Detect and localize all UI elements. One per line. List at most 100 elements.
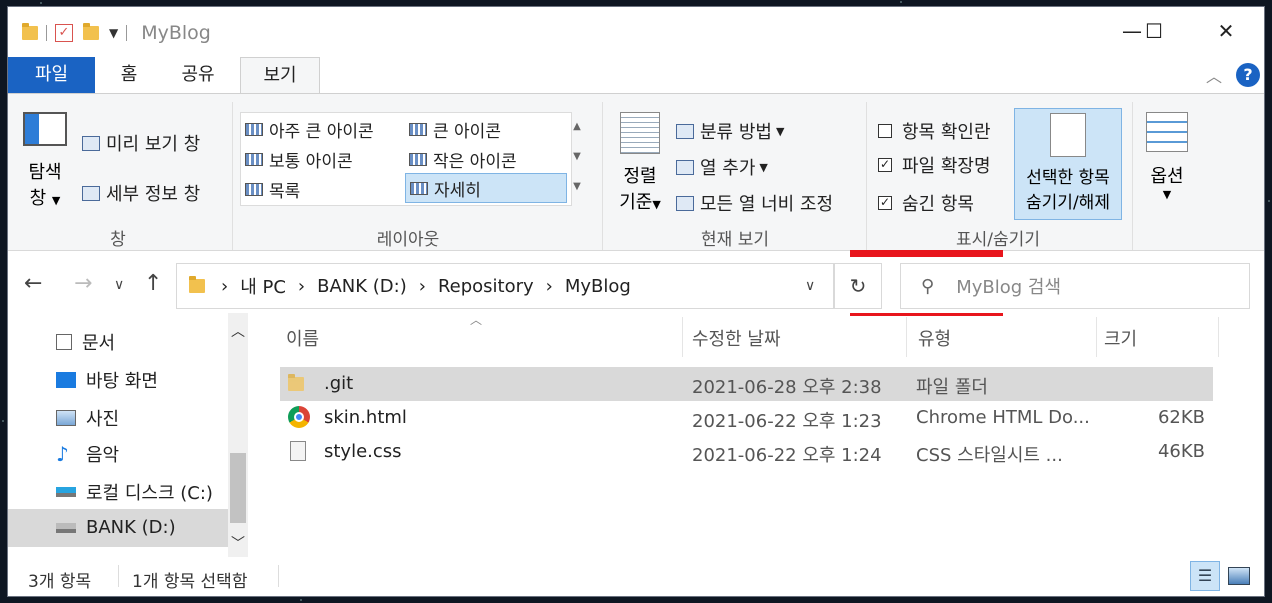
options-icon [1146,112,1188,152]
layout-details[interactable]: 자세히 [405,173,567,203]
preview-pane-icon [82,135,100,151]
new-folder-icon[interactable] [83,23,99,40]
layout-scroll[interactable]: ▲ ▼ ▼ [568,112,586,206]
file-name: .git [324,373,354,394]
chevron-right-icon[interactable]: › [221,276,228,297]
item-checkboxes-toggle[interactable]: 항목 확인란 [878,118,991,144]
address-bar-row: ← → ∨ ↑ › 내 PC › BANK (D:) › Repository … [8,257,1264,313]
help-icon[interactable]: ? [1236,63,1260,87]
layout-label: 목록 [269,182,301,202]
chevron-right-icon[interactable]: › [419,276,426,297]
chevron-right-icon[interactable]: › [546,276,553,297]
search-input[interactable]: ⚲ MyBlog 검색 [900,263,1250,309]
scroll-down-icon[interactable]: ﹀ [228,533,248,553]
layout-small-icons[interactable]: 작은 아이콘 [409,147,517,172]
address-bar[interactable]: › 내 PC › BANK (D:) › Repository › MyBlog… [176,263,834,309]
navigation-pane-button[interactable]: 탐색 창 ▼ [18,112,72,212]
column-header-type[interactable]: 유형 [918,325,951,351]
column-header-size[interactable]: 크기 [1104,325,1137,351]
close-button[interactable]: ✕ [1206,19,1246,43]
layout-large-icons[interactable]: 큰 아이콘 [409,117,501,142]
chevron-down-icon[interactable]: ∨ [805,278,815,294]
breadcrumb-item[interactable]: BANK (D:) [317,276,407,297]
status-bar: 3개 항목 1개 항목 선택함 ☰ [8,561,1264,596]
scroll-up-icon[interactable]: ︿ [228,321,248,341]
file-date: 2021-06-22 오후 1:24 [692,445,882,466]
details-view-icon[interactable]: ☰ [1190,561,1220,591]
file-date: 2021-06-22 오후 1:23 [692,411,882,432]
sidebar-scrollbar[interactable]: ︿ ﹀ [228,313,248,557]
large-icons-view-icon[interactable] [1228,567,1250,585]
breadcrumb-item[interactable]: 내 PC [240,273,286,299]
navigation-pane: 문서 바탕 화면 사진 ♪ 음악 로컬 디스크 (C:) BANK (D:) [8,313,256,557]
checkbox: ✓ [878,157,892,172]
layout-label: 자세히 [434,180,481,201]
tab-view[interactable]: 보기 [240,57,320,94]
selected-count: 1개 항목 선택함 [132,572,248,592]
file-extensions-toggle[interactable]: ✓ 파일 확장명 [878,152,991,178]
documents-icon [56,334,72,350]
layout-extra-large-icons[interactable]: 아주 큰 아이콘 [245,117,374,142]
collapse-ribbon-icon[interactable]: ︿ [1206,63,1222,87]
file-size: 46KB [1157,441,1205,462]
medium-icons-icon [245,153,263,166]
sidebar-item-pictures[interactable]: 사진 [56,405,119,431]
sidebar-item-label: 바탕 화면 [86,371,158,392]
breadcrumb-item[interactable]: MyBlog [565,276,631,297]
sidebar-item-label: 로컬 디스크 (C:) [86,483,213,504]
preview-pane-button[interactable]: 미리 보기 창 [82,130,200,156]
tab-home[interactable]: 홈 [104,57,154,93]
details-pane-button[interactable]: 세부 정보 창 [82,180,200,206]
desktop-icon [56,372,76,388]
scroll-thumb[interactable] [230,453,246,523]
sidebar-item-label: BANK (D:) [86,517,176,538]
back-arrow-icon[interactable]: ← [24,271,42,296]
maximize-button[interactable]: ☐ [1134,19,1174,43]
group-by-icon [676,123,694,139]
recent-locations-icon[interactable]: ∨ [114,277,124,293]
search-icon: ⚲ [921,275,935,297]
sidebar-item-bank-d-row[interactable]: BANK (D:) [56,517,176,538]
hide-selected-icon [1050,113,1086,157]
column-header-date[interactable]: 수정한 날짜 [692,325,781,351]
hide-selected-label-1: 선택한 항목 [1026,168,1110,188]
breadcrumb-item[interactable]: Repository [438,276,534,297]
file-row[interactable]: .git 2021-06-28 오후 2:38 파일 폴더 [280,367,1213,401]
sidebar-item-label: 문서 [82,333,116,354]
file-name: skin.html [324,407,407,428]
sort-label-1: 정렬 [623,166,657,187]
file-row[interactable]: skin.html 2021-06-22 오후 1:23 Chrome HTML… [280,401,1213,435]
column-header-name[interactable]: 이름 [286,325,319,351]
file-row[interactable]: style.css 2021-06-22 오후 1:24 CSS 스타일시트 .… [280,435,1213,469]
large-icons-icon [409,123,427,136]
hidden-items-label: 숨긴 항목 [902,194,974,215]
layout-label: 작은 아이콘 [433,152,517,172]
add-columns-button[interactable]: 열 추가 ▼ [676,154,768,180]
hidden-items-toggle[interactable]: ✓ 숨긴 항목 [878,190,974,216]
sort-label-2: 기준 [619,192,653,213]
hide-selected-button[interactable]: 선택한 항목 숨기기/해제 [1014,108,1122,220]
hide-selected-label-2: 숨기기/해제 [1026,193,1110,213]
options-button[interactable]: 옵션 ▼ [1142,112,1192,212]
forward-arrow-icon[interactable]: → [74,271,92,296]
chevron-right-icon[interactable]: › [298,276,305,297]
navigation-pane-icon [23,112,67,146]
size-all-columns-button[interactable]: 모든 열 너비 조정 [676,190,833,216]
tab-share[interactable]: 공유 [168,57,228,93]
up-arrow-icon[interactable]: ↑ [144,271,162,296]
sidebar-item-documents[interactable]: 문서 [56,329,115,355]
sort-by-button[interactable]: 정렬 기준▼ [612,112,668,222]
refresh-button[interactable]: ↻ [834,263,882,309]
drive-icon [56,487,76,497]
group-by-button[interactable]: 분류 방법 ▼ [676,118,784,144]
sidebar-item-music[interactable]: ♪ 음악 [56,441,119,467]
sidebar-item-local-disk-c[interactable]: 로컬 디스크 (C:) [56,479,213,505]
layout-list[interactable]: 목록 [245,177,300,202]
tab-file[interactable]: 파일 [8,57,95,93]
customize-toolbar-icon[interactable]: ▼ [109,26,118,40]
properties-icon[interactable]: ✓ [55,24,73,42]
sort-icon [620,112,660,154]
layout-medium-icons[interactable]: 보통 아이콘 [245,147,353,172]
music-icon: ♪ [56,442,69,466]
sidebar-item-desktop[interactable]: 바탕 화면 [56,367,158,393]
